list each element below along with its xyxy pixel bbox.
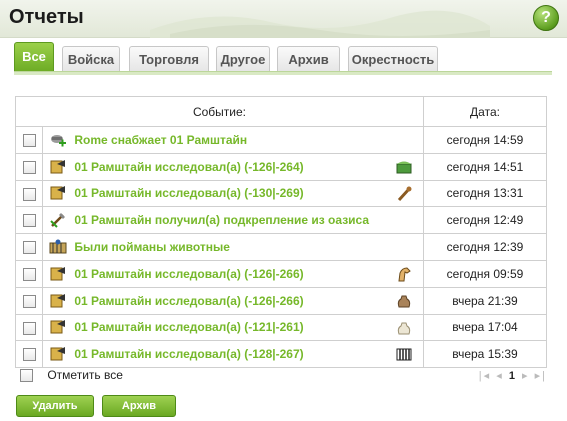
- report-date: сегодня 13:31: [423, 179, 547, 208]
- report-date: сегодня 09:59: [423, 259, 547, 288]
- report-date: сегодня 12:49: [423, 206, 547, 235]
- table-header-row: Событие: Дата:: [15, 96, 547, 127]
- tab-troops[interactable]: Войска: [62, 46, 120, 72]
- last-page-icon[interactable]: ▸|: [535, 370, 547, 382]
- report-link[interactable]: 01 Рамштайн получил(а) подкрепление из о…: [74, 213, 369, 227]
- wooden-club-icon: [397, 186, 412, 201]
- table-row: 01 Рамштайн исследовал(а) (-128|-267) вч…: [15, 340, 547, 369]
- row-checkbox[interactable]: [22, 321, 36, 335]
- report-date: вчера 17:04: [423, 313, 547, 342]
- table-row: 01 Рамштайн исследовал(а) (-126|-266) се…: [15, 259, 547, 288]
- table-row: 01 Рамштайн исследовал(а) (-126|-266) вч…: [15, 286, 547, 315]
- table-row: 01 Рамштайн исследовал(а) (-121|-261) вч…: [15, 313, 547, 342]
- row-checkbox[interactable]: [22, 241, 36, 255]
- report-date: вчера 21:39: [423, 286, 547, 315]
- scout-report-icon: [50, 347, 65, 361]
- row-checkbox[interactable]: [22, 214, 36, 228]
- next-page-icon[interactable]: ▸: [522, 370, 530, 382]
- select-all-label: Отметить все: [47, 368, 123, 382]
- horse-icon: [398, 267, 411, 282]
- report-link[interactable]: 01 Рамштайн исследовал(а) (-128|-267): [74, 347, 303, 361]
- sack-icon: [397, 295, 411, 308]
- table-row: 01 Рамштайн исследовал(а) (-130|-269) се…: [15, 179, 547, 208]
- tab-surroundings[interactable]: Окрестность: [348, 46, 438, 72]
- report-link[interactable]: 01 Рамштайн исследовал(а) (-126|-266): [74, 294, 303, 308]
- prev-page-icon[interactable]: ◂: [496, 370, 504, 382]
- row-checkbox[interactable]: [22, 187, 36, 201]
- scout-report-icon: [50, 186, 65, 200]
- scout-report-icon: [50, 293, 65, 308]
- row-checkbox[interactable]: [22, 268, 36, 282]
- tab-other[interactable]: Другое: [216, 46, 270, 72]
- delete-button[interactable]: Удалить: [16, 395, 94, 417]
- help-icon[interactable]: ?: [533, 5, 559, 31]
- page-title: Отчеты: [9, 6, 84, 28]
- report-link[interactable]: Были пойманы животные: [74, 240, 230, 254]
- row-checkbox[interactable]: [22, 134, 36, 148]
- first-page-icon[interactable]: |◂: [479, 370, 491, 382]
- event-column-header: Событие:: [15, 96, 424, 127]
- reinforcement-icon: [50, 213, 65, 228]
- scout-report-icon: [50, 266, 65, 281]
- report-link[interactable]: 01 Рамштайн исследовал(а) (-126|-264): [74, 160, 303, 174]
- tab-all[interactable]: Все: [14, 42, 54, 72]
- header-bar: Отчеты ?: [0, 0, 567, 38]
- decorative-landscape: [150, 10, 490, 38]
- table-row: Rome снабжает 01 Рамштайн сегодня 14:59: [15, 126, 547, 154]
- pagination: |◂ ◂ 1 ▸ ▸|: [479, 369, 547, 382]
- row-checkbox[interactable]: [22, 348, 36, 362]
- archive-button[interactable]: Архив: [102, 395, 176, 417]
- trade-support-icon: [51, 134, 66, 147]
- select-all: Отметить все: [20, 368, 123, 383]
- reports-table: Событие: Дата: Rome снабжает 01 Рамштайн…: [15, 96, 547, 369]
- report-date: сегодня 14:51: [423, 152, 547, 181]
- row-checkbox[interactable]: [22, 294, 36, 308]
- report-date: сегодня 14:59: [423, 126, 547, 154]
- row-checkbox[interactable]: [22, 160, 36, 174]
- cage-icon: [396, 348, 412, 361]
- date-column-header: Дата:: [423, 96, 547, 127]
- report-link[interactable]: Rome снабжает 01 Рамштайн: [74, 133, 247, 147]
- report-link[interactable]: 01 Рамштайн исследовал(а) (-121|-261): [74, 320, 303, 334]
- report-date: вчера 15:39: [423, 340, 547, 369]
- tab-trade[interactable]: Торговля: [129, 46, 209, 72]
- treasure-chest-icon: [396, 161, 412, 174]
- tab-archive[interactable]: Архив: [277, 46, 340, 72]
- select-all-checkbox[interactable]: [20, 369, 33, 383]
- scout-report-icon: [50, 320, 65, 334]
- report-link[interactable]: 01 Рамштайн исследовал(а) (-130|-269): [74, 186, 303, 200]
- tab-underline: [14, 71, 552, 75]
- scout-report-icon: [50, 159, 65, 174]
- table-row: 01 Рамштайн исследовал(а) (-126|-264) се…: [15, 152, 547, 181]
- animals-icon: [49, 239, 67, 254]
- report-date: сегодня 12:39: [423, 233, 547, 261]
- empty-sack-icon: [397, 322, 411, 335]
- table-row: 01 Рамштайн получил(а) подкрепление из о…: [15, 206, 547, 235]
- report-link[interactable]: 01 Рамштайн исследовал(а) (-126|-266): [74, 267, 303, 281]
- table-row: Были пойманы животные сегодня 12:39: [15, 233, 547, 261]
- current-page: 1: [508, 370, 517, 382]
